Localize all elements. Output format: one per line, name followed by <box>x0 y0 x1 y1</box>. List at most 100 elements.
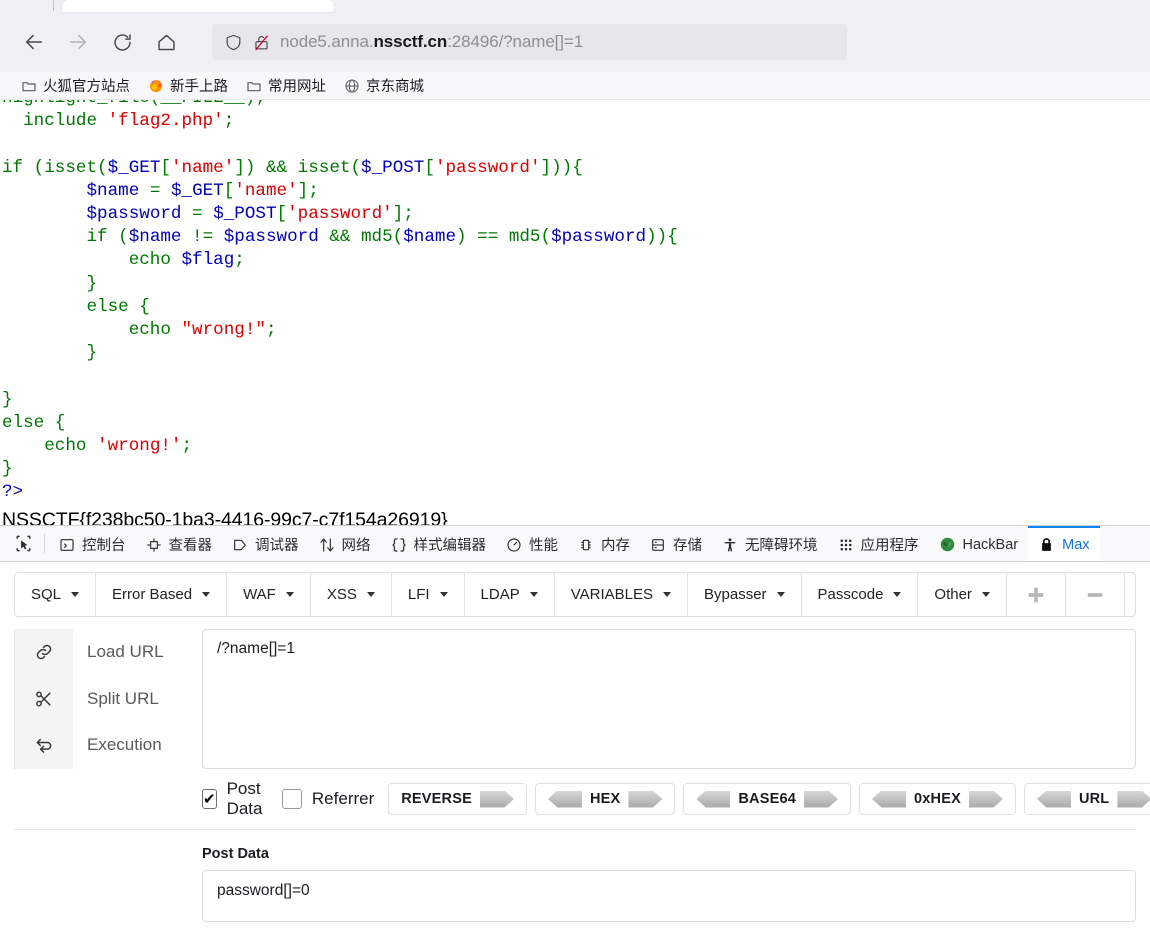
url-input[interactable]: /?name[]=1 <box>202 629 1136 769</box>
hackbar-panel: SQL Error Based WAF XSS LFI LDAP VARIABL… <box>0 562 1150 922</box>
back-button[interactable] <box>16 24 52 60</box>
add-icon[interactable] <box>1007 573 1066 616</box>
devtools-tab-performance[interactable]: 性能 <box>496 526 568 561</box>
code-line: } <box>2 273 1150 296</box>
hackbar-icon <box>939 536 956 553</box>
devtools-tab-max[interactable]: Max <box>1028 526 1100 561</box>
encoder-label: BASE64 <box>738 791 797 807</box>
chevron-down-icon <box>981 592 990 597</box>
hackbar-menu-lfi[interactable]: LFI <box>392 573 465 616</box>
devtools-tab-application[interactable]: 应用程序 <box>828 526 929 561</box>
home-button[interactable] <box>148 24 184 60</box>
devtools-tab-hackbar[interactable]: HackBar <box>929 526 1029 561</box>
code-token: 'wrong!' <box>97 436 182 457</box>
flag-output: NSSCTF{f238bc50-1ba3-4416-99c7-c7f154a26… <box>2 508 448 525</box>
chevron-down-icon <box>202 592 211 597</box>
execution-button[interactable]: Execution <box>15 722 187 769</box>
code-token: ; <box>181 436 193 457</box>
devtools-tab-console[interactable]: 控制台 <box>49 526 136 561</box>
hackbar-menu-error-based[interactable]: Error Based <box>96 573 228 616</box>
post-data-section: Post Data password[]=0 <box>14 846 1136 922</box>
encoder-label: HEX <box>589 791 621 807</box>
hackbar-menu-other[interactable]: Other <box>918 573 1007 616</box>
arrow-left-icon[interactable] <box>872 790 907 808</box>
code-token: else { <box>2 412 66 433</box>
devtools-tab-memory[interactable]: 内存 <box>568 526 640 561</box>
bookmark-item[interactable]: 火狐官方站点 <box>12 73 139 98</box>
arrow-right-icon[interactable] <box>628 790 663 808</box>
hackbar-menu-variables[interactable]: VARIABLES <box>555 573 688 616</box>
encoder-reverse[interactable]: REVERSE <box>388 783 527 815</box>
post-data-input[interactable]: password[]=0 <box>202 870 1136 922</box>
forward-button[interactable] <box>60 24 96 60</box>
hackbar-toolbar: SQL Error Based WAF XSS LFI LDAP VARIABL… <box>14 572 1136 617</box>
code-token: ]; <box>297 180 319 201</box>
bookmark-label: 京东商城 <box>366 79 424 95</box>
flag-icon[interactable] <box>1125 573 1135 616</box>
url-domain: nssctf.cn <box>373 32 448 51</box>
accessibility-icon <box>722 537 738 553</box>
devtools-tab-network[interactable]: 网络 <box>309 526 381 561</box>
arrow-right-icon[interactable] <box>479 790 514 808</box>
reload-button[interactable] <box>104 24 140 60</box>
post-data-checkbox-group[interactable]: ✔ Post Data <box>202 779 268 819</box>
arrow-left-icon[interactable] <box>547 790 582 808</box>
shield-icon[interactable] <box>224 33 243 52</box>
hackbar-menu-bypasser[interactable]: Bypasser <box>688 573 802 616</box>
devtools-tabbar: 控制台 查看器 调试器 网络 样式编辑器 性能 内存 存储 无障碍环境 应用程序… <box>0 525 1150 562</box>
browser-tab[interactable] <box>62 0 334 12</box>
hackbar-menu-xss[interactable]: XSS <box>311 573 392 616</box>
referrer-checkbox[interactable] <box>281 789 302 809</box>
chevron-down-icon <box>663 592 671 597</box>
url-text[interactable]: node5.anna.nssctf.cn:28496/?name[]=1 <box>280 32 583 52</box>
code-token: ; <box>265 320 277 341</box>
post-data-checkbox[interactable]: ✔ <box>202 789 217 809</box>
devtools-tab-storage[interactable]: 存储 <box>640 526 712 561</box>
bookmark-label: 常用网址 <box>268 79 326 95</box>
code-token: [ <box>160 157 171 178</box>
load-url-button[interactable]: Load URL <box>15 629 187 676</box>
encoder-base64[interactable]: BASE64 <box>683 783 852 815</box>
hackbar-menu-waf[interactable]: WAF <box>227 573 311 616</box>
hackbar-body: Load URL Split URL Execution /?name[]=1 … <box>0 629 1150 922</box>
code-token: ?> <box>2 482 24 503</box>
tab-divider <box>53 0 54 11</box>
arrow-right-icon[interactable] <box>804 790 839 808</box>
code-line: echo "wrong!"; <box>2 319 1150 342</box>
code-line: $password = $_POST['password']; <box>2 203 1150 226</box>
tab-label: 样式编辑器 <box>413 538 487 554</box>
bookmark-item[interactable]: 常用网址 <box>237 73 335 98</box>
encoder-hex[interactable]: HEX <box>534 783 676 815</box>
bookmark-item[interactable]: 京东商城 <box>335 73 433 98</box>
browser-tabstrip <box>0 0 1150 12</box>
encoder-label: REVERSE <box>401 791 472 807</box>
menu-label: XSS <box>326 586 357 603</box>
remove-icon[interactable] <box>1066 573 1125 616</box>
devtools-tab-accessibility[interactable]: 无障碍环境 <box>712 526 828 561</box>
devtools-tab-inspector[interactable]: 查看器 <box>136 526 223 561</box>
bookmark-item[interactable]: 新手上路 <box>139 73 237 98</box>
referrer-checkbox-group[interactable]: Referrer <box>281 789 374 809</box>
action-label: Execution <box>87 735 162 755</box>
arrow-right-icon[interactable] <box>1117 790 1150 808</box>
url-bar[interactable]: node5.anna.nssctf.cn:28496/?name[]=1 <box>212 24 847 60</box>
broken-lock-icon[interactable] <box>252 33 271 52</box>
devtools-tab-debugger[interactable]: 调试器 <box>222 526 309 561</box>
hackbar-menu-sql[interactable]: SQL <box>15 573 97 616</box>
encoder-0xhex[interactable]: 0xHEX <box>859 783 1016 815</box>
element-picker-icon[interactable] <box>6 526 40 561</box>
hackbar-menu-passcode[interactable]: Passcode <box>802 573 919 616</box>
split-url-button[interactable]: Split URL <box>15 675 187 722</box>
hackbar-menu-ldap[interactable]: LDAP <box>465 573 555 616</box>
arrow-left-icon[interactable] <box>696 790 731 808</box>
arrow-right-icon[interactable] <box>968 790 1003 808</box>
arrow-left-icon[interactable] <box>1036 790 1071 808</box>
code-line: else { <box>2 296 1150 319</box>
code-token: 'password' <box>434 157 541 178</box>
encoder-url[interactable]: URL <box>1023 783 1150 815</box>
encoder-label: URL <box>1078 791 1110 807</box>
code-token: ; <box>223 111 235 132</box>
application-icon <box>838 537 854 553</box>
devtools-tab-style-editor[interactable]: 样式编辑器 <box>381 526 497 561</box>
